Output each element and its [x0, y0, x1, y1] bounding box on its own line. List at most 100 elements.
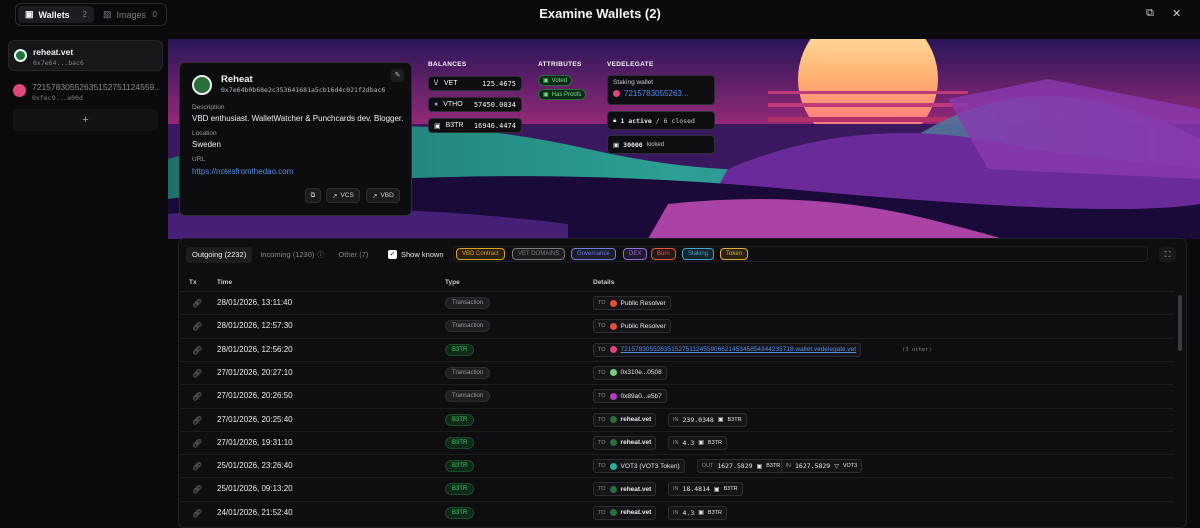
close-icon[interactable]: ✕ [1172, 7, 1181, 20]
copy-address-button[interactable]: ⧉ [305, 188, 321, 203]
detail-chip[interactable]: IN 1627.5829 ▽ VOT3 [780, 459, 863, 474]
tx-link-icon[interactable]: 🔗︎ [192, 462, 202, 471]
detail-chip[interactable]: IN 18.4814 ▣ B3TR [668, 482, 743, 497]
filter-chip[interactable]: VBD Contract [456, 248, 505, 260]
show-known-checkbox[interactable]: ✓ [388, 250, 397, 259]
header-details: Details [593, 279, 615, 286]
type-badge: Transaction [445, 320, 491, 333]
direction-tabs: Outgoing (2232) Incoming (1230) ⓘ Other (… [186, 246, 374, 263]
detail-chip[interactable]: IN 4.3 ▣ B3TR [668, 505, 727, 520]
tab-incoming[interactable]: Incoming (1230) ⓘ [254, 247, 330, 263]
add-wallet-button[interactable]: + [13, 109, 158, 131]
detail-chip[interactable]: OUT 1627.5829 ▣ B3TR [696, 459, 786, 474]
tx-link-icon[interactable]: 🔗︎ [192, 485, 202, 494]
detail-direction: TO [598, 439, 606, 446]
detail-chip[interactable]: TO reheat.vet [593, 435, 657, 450]
table-row[interactable]: 🔗︎ 28/01/2026, 13:11:40 Transaction TO Publi… [179, 291, 1174, 314]
tab-other[interactable]: Other (7) [332, 247, 374, 263]
tx-link-icon[interactable]: 🔗︎ [192, 439, 202, 448]
detail-direction: IN [673, 509, 679, 516]
description-value: VBD enthusiast. WalletWatcher & Punchcar… [192, 114, 404, 123]
detail-direction: TO [598, 509, 606, 516]
detail-direction: IN [673, 486, 679, 493]
profile-card: Reheat 0x7e64b0b68e2c353641681a5cb16d4c0… [179, 62, 412, 216]
tx-link-icon[interactable]: 🔗︎ [192, 509, 202, 518]
detail-chip[interactable]: TO Public Resolver [593, 296, 671, 310]
type-badge: B3TR [445, 436, 475, 449]
detail-chip[interactable]: TO 0x310e...0508 [593, 365, 667, 380]
filter-chip[interactable]: DEX [623, 248, 648, 260]
lock-icon: 🔒︎ [613, 116, 617, 124]
attributes-heading: ATTRIBUTES [538, 61, 582, 68]
filter-chip[interactable]: Staking [682, 248, 715, 260]
table-row[interactable]: 🔗︎ 27/01/2026, 19:31:10 B3TR TO reheat.vet IN… [179, 430, 1174, 454]
profile-avatar [192, 75, 212, 95]
b3tr-icon: ▣ [698, 440, 704, 447]
detail-chip[interactable]: TO reheat.vet [593, 412, 657, 427]
copy-icon[interactable]: ⧉ [1146, 7, 1154, 20]
detail-chip[interactable]: TO reheat.vet [593, 505, 657, 520]
table-row[interactable]: 🔗︎ 28/01/2026, 12:56:20 B3TR TO 721578305526… [179, 337, 1174, 361]
page-title: Examine Wallets (2) [539, 6, 661, 21]
wallet-item-reheat[interactable]: reheat.vet 0x7e64...bac6 [8, 40, 163, 71]
filter-chip[interactable]: Governance [571, 248, 616, 260]
vcs-button[interactable]: ↗ VCS [326, 188, 360, 203]
type-badge: B3TR [445, 460, 475, 473]
tab-outgoing[interactable]: Outgoing (2232) [186, 246, 253, 263]
tx-link-icon[interactable]: 🔗︎ [192, 346, 202, 355]
vtho-icon: ● [434, 101, 439, 108]
header-time: Time [217, 279, 233, 286]
row-time: 27/01/2026, 19:31:10 [217, 437, 293, 447]
detail-value: 7215783055263515275112455906621453458543… [620, 346, 857, 354]
wallet-item-staking[interactable]: 72157830552635152751124559... 0xfec9...e… [8, 76, 163, 107]
filter-chip[interactable]: Burn [651, 248, 676, 260]
address-avatar [609, 369, 617, 377]
table-row[interactable]: 🔗︎ 28/01/2026, 12:57:30 Transaction TO Publi… [179, 314, 1174, 337]
token-symbol: B3TR [766, 463, 781, 470]
detail-chip[interactable]: IN 239.0348 ▣ B3TR [668, 412, 747, 427]
table-row[interactable]: 🔗︎ 27/01/2026, 20:25:40 B3TR TO reheat.vet IN… [179, 407, 1174, 431]
vbd-button[interactable]: ↗ VBD [366, 188, 400, 203]
detail-chip[interactable]: TO VOT3 (VOT3 Token) [593, 459, 685, 474]
type-badge: Transaction [445, 297, 491, 309]
row-time: 27/01/2026, 20:25:40 [217, 414, 293, 424]
header-tx: Tx [189, 279, 197, 286]
detail-value: Public Resolver [620, 299, 666, 307]
balance-amount: 16946.4474 [473, 121, 516, 130]
table-row[interactable]: 🔗︎ 27/01/2026, 20:27:10 Transaction TO 0x310… [179, 360, 1174, 384]
table-scrollbar[interactable] [1178, 295, 1182, 351]
tx-link-icon[interactable]: 🔗︎ [192, 416, 202, 425]
detail-direction: IN [673, 416, 679, 423]
detail-value: 1627.5829 [795, 462, 831, 471]
detail-value: reheat.vet [620, 439, 652, 447]
has-proofs-label: Has Proofs [551, 91, 582, 98]
balances-heading: BALANCES [428, 61, 467, 68]
detail-chip[interactable]: TO reheat.vet [593, 482, 657, 497]
wallet-name: 72157830552635152751124559... [32, 82, 160, 92]
type-badge: Transaction [445, 366, 491, 379]
table-row[interactable]: 🔗︎ 27/01/2026, 20:26:50 Transaction TO 0x89a… [179, 384, 1174, 407]
expand-icon[interactable]: ⛶ [1159, 247, 1176, 262]
table-row[interactable]: 🔗︎ 25/01/2026, 09:13:20 B3TR TO reheat.vet IN… [179, 477, 1174, 500]
filter-chip[interactable]: VET DOMAINS [512, 248, 566, 260]
row-time: 25/01/2026, 23:26:40 [217, 461, 293, 471]
detail-chip[interactable]: TO 72157830552635152751124559066214534585… [593, 342, 862, 357]
detail-chip[interactable]: TO 0x89a0...e5b7 [593, 389, 667, 404]
table-row[interactable]: 🔗︎ 25/01/2026, 23:26:40 B3TR TO VOT3 (VOT3 T… [179, 454, 1174, 477]
vet-icon: \/ [434, 80, 438, 87]
filter-chip[interactable]: Token [720, 248, 749, 260]
table-row[interactable]: 🔗︎ 24/01/2026, 21:52:40 B3TR TO reheat.vet IN… [179, 500, 1174, 524]
detail-direction: TO [598, 486, 606, 493]
address-avatar [609, 416, 617, 423]
tx-link-icon[interactable]: 🔗︎ [192, 322, 202, 331]
tx-link-icon[interactable]: 🔗︎ [192, 299, 202, 308]
staking-wallet-link[interactable]: 7215783055263... [624, 89, 689, 98]
balance-vtho: ● VTHO 57450.0034 [428, 97, 522, 112]
tx-link-icon[interactable]: 🔗︎ [192, 369, 202, 378]
detail-chip[interactable]: TO Public Resolver [593, 319, 671, 334]
profile-url-link[interactable]: https://notesfromthedao.com [192, 167, 293, 176]
edit-pencil-icon[interactable]: ✎ [391, 69, 404, 82]
detail-chip[interactable]: IN 4.3 ▣ B3TR [668, 435, 727, 450]
tx-link-icon[interactable]: 🔗︎ [192, 392, 202, 401]
token-symbol: B3TR [723, 486, 738, 493]
